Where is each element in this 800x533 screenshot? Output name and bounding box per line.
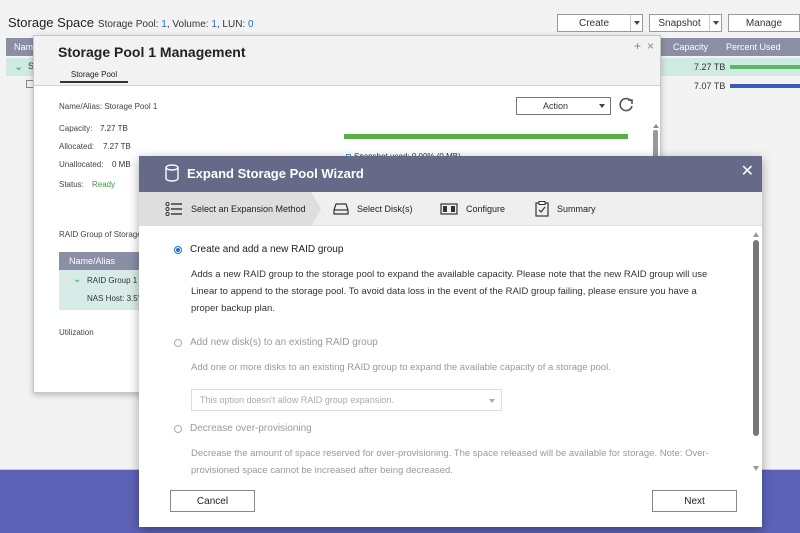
- cancel-button[interactable]: Cancel: [170, 490, 255, 512]
- select-placeholder: This option doesn't allow RAID group exp…: [200, 395, 394, 405]
- manage-button[interactable]: Manage: [728, 14, 800, 32]
- option-label: Add new disk(s) to an existing RAID grou…: [190, 337, 378, 348]
- unallocated-label: Unallocated:: [59, 160, 104, 169]
- raid-group-name: RAID Group 1: [87, 276, 138, 285]
- scroll-down-arrow[interactable]: [753, 466, 759, 471]
- option-add-disks[interactable]: Add new disk(s) to an existing RAID grou…: [174, 337, 378, 348]
- option-decrease-overprovisioning[interactable]: Decrease over-provisioning: [174, 423, 312, 434]
- expand-storage-pool-wizard: Expand Storage Pool Wizard ✕ Select an E…: [139, 156, 762, 527]
- chevron-down-icon[interactable]: [709, 15, 721, 31]
- action-label: Action: [542, 101, 568, 111]
- column-name-alias[interactable]: Name/Alias: [69, 252, 115, 270]
- step-label: Select an Expansion Method: [191, 204, 306, 214]
- allocated-value: 7.27 TB: [103, 142, 131, 151]
- chevron-down-icon: [594, 104, 610, 108]
- usage-bar: [730, 65, 800, 69]
- snapshot-button[interactable]: Snapshot: [649, 14, 722, 32]
- configure-icon: [440, 203, 458, 215]
- volume-label: , Volume:: [166, 19, 212, 30]
- create-label: Create: [578, 17, 609, 29]
- option-description: Decrease the amount of space reserved fo…: [191, 448, 709, 475]
- chevron-down-icon[interactable]: [630, 15, 642, 31]
- option-label: Decrease over-provisioning: [190, 423, 312, 434]
- wizard-scrollbar[interactable]: [752, 232, 760, 472]
- usage-bar: [730, 84, 800, 88]
- step-configure: Configure: [440, 192, 505, 226]
- wizard-title: Expand Storage Pool Wizard: [187, 166, 364, 181]
- step-summary: Summary: [535, 192, 596, 226]
- nas-host: NAS Host: 3.5": [87, 294, 141, 303]
- status-badge: Ready: [92, 180, 116, 189]
- raid-group-select[interactable]: This option doesn't allow RAID group exp…: [191, 389, 502, 411]
- page-title: Storage Space: [8, 15, 95, 30]
- radio-create-raid-group[interactable]: [174, 245, 182, 254]
- create-button[interactable]: Create: [557, 14, 643, 32]
- clipboard-icon: [535, 201, 549, 217]
- disk-icon: [333, 203, 349, 215]
- step-arrow: [311, 192, 321, 226]
- raid-group-heading: RAID Group of Storage P: [59, 230, 150, 239]
- database-icon: [165, 164, 179, 182]
- radio-decrease-overprovisioning[interactable]: [174, 424, 182, 433]
- radio-add-disks[interactable]: [174, 338, 182, 347]
- allocated-label: Allocated:: [59, 142, 95, 151]
- option-create-raid-group[interactable]: Create and add a new RAID group: [174, 244, 343, 255]
- wizard-header: Expand Storage Pool Wizard ✕: [139, 156, 762, 192]
- unallocated-value: 0 MB: [112, 160, 131, 169]
- option-description: Adds a new RAID group to the storage poo…: [191, 269, 708, 314]
- option-description: Add one or more disks to an existing RAI…: [191, 362, 611, 373]
- row-capacity: 7.07 TB: [694, 81, 726, 91]
- capacity-label: Capacity:: [59, 124, 93, 133]
- close-icon[interactable]: ×: [647, 39, 654, 53]
- row-capacity: 7.27 TB: [694, 62, 726, 72]
- manage-label: Manage: [745, 17, 783, 29]
- column-percent-used[interactable]: Percent Used: [726, 38, 781, 56]
- scroll-up-arrow[interactable]: [653, 124, 659, 128]
- step-select-disks: Select Disk(s): [333, 192, 413, 226]
- capacity-bar: [344, 134, 628, 139]
- list-icon: [165, 202, 182, 216]
- wizard-content: Create and add a new RAID group Adds a n…: [139, 227, 749, 475]
- lun-count[interactable]: 0: [248, 19, 254, 30]
- column-name[interactable]: Nam: [14, 38, 33, 56]
- column-capacity[interactable]: Capacity: [673, 38, 708, 56]
- action-button[interactable]: Action: [516, 97, 611, 115]
- tab-storage-pool[interactable]: Storage Pool: [60, 70, 128, 83]
- option-label: Create and add a new RAID group: [190, 244, 344, 255]
- chevron-down-icon[interactable]: ⌄: [14, 60, 23, 73]
- snapshot-label: Snapshot: [658, 17, 701, 29]
- close-icon[interactable]: ✕: [741, 161, 754, 181]
- scroll-up-arrow[interactable]: [753, 232, 759, 237]
- pool-label: Storage Pool:: [97, 19, 162, 30]
- step-label: Summary: [557, 204, 596, 214]
- step-select-method: Select an Expansion Method: [165, 192, 306, 226]
- scrollbar-thumb[interactable]: [753, 240, 759, 436]
- step-label: Select Disk(s): [357, 204, 413, 214]
- chevron-down-icon: [489, 399, 495, 403]
- plus-icon[interactable]: +: [634, 39, 641, 53]
- utilization-heading: Utilization: [59, 328, 94, 337]
- chevron-down-icon[interactable]: ⌄: [73, 274, 81, 285]
- status-label: Status:: [59, 180, 84, 189]
- management-header: Storage Pool 1 Management + × Storage Po…: [34, 36, 660, 86]
- storage-summary: Storage Pool: 1, Volume: 1, LUN: 0: [98, 19, 254, 30]
- next-button[interactable]: Next: [652, 490, 737, 512]
- capacity-value: 7.27 TB: [100, 124, 128, 133]
- refresh-icon[interactable]: [617, 96, 635, 114]
- step-label: Configure: [466, 204, 506, 214]
- pool-name-alias: Name/Alias: Storage Pool 1: [59, 102, 158, 111]
- lun-label: , LUN:: [216, 19, 248, 30]
- management-title: Storage Pool 1 Management: [58, 44, 246, 60]
- storage-space-title: Storage Space Storage Pool: 1, Volume: 1…: [8, 14, 254, 30]
- wizard-steps: Select an Expansion Method Select Disk(s…: [139, 192, 762, 226]
